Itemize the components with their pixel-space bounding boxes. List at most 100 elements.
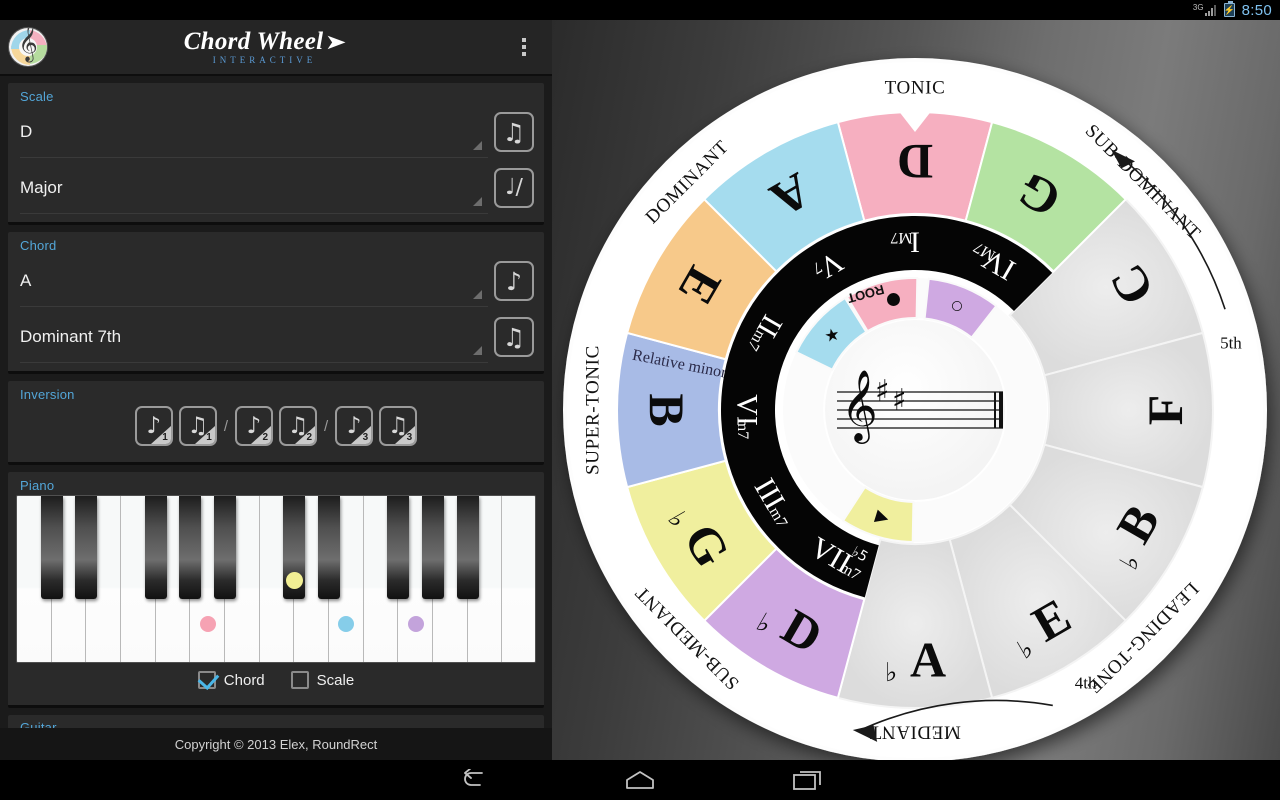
network-type-label: 3G [1192, 3, 1204, 12]
piano-wrapper [8, 493, 544, 663]
fifth-direction-label: 5th [1220, 333, 1242, 352]
piano-black-key[interactable] [317, 496, 341, 599]
wing-icon: ➤ [325, 30, 348, 54]
play-chord-root-button[interactable]: ♪ [494, 261, 534, 301]
recent-apps-icon[interactable] [786, 763, 830, 797]
inversion-number: 2 [306, 432, 312, 443]
single-note-icon: ♪ [246, 412, 262, 439]
inversion-button-3-chord[interactable]: ♫ 3 [379, 406, 418, 446]
copyright-footer: Copyright © 2013 Elex, RoundRect [0, 728, 552, 760]
chord-checkbox[interactable]: Chord [197, 671, 265, 689]
chevron-down-icon [473, 141, 482, 150]
status-bar: 3G ⚡ 8:50 [0, 0, 1280, 20]
wheel-note-label: F [1137, 395, 1193, 426]
piano-black-key[interactable] [387, 496, 410, 599]
app-title: Chord Wheel➤ [183, 28, 348, 55]
play-scale-root-button[interactable]: ♫ [494, 112, 534, 152]
divider [20, 306, 488, 307]
chevron-down-icon [473, 346, 482, 355]
action-bar: 𝄞 Chord Wheel➤ INTERACTIVE [0, 20, 552, 76]
chord-card: Chord A ♪ Dominant 7th ♫ [8, 232, 544, 374]
inversion-card: Inversion ♪ 1 ♫ 1/♪ 2 ♫ 2/♪ 3 ♫ 3 [8, 381, 544, 465]
piano-black-key[interactable] [179, 496, 202, 599]
scale-checkbox-label: Scale [316, 671, 355, 689]
android-navigation-bar [0, 760, 1280, 800]
piano-black-key[interactable] [456, 496, 479, 599]
chord-wheel-panel[interactable]: D G C F B ♭ E ♭ A ♭ D ♭ G ♭ B E A Relative minor I M7 IV M7 VI… [552, 20, 1280, 760]
scale-root-spinner[interactable]: D ♫ [8, 104, 544, 160]
treble-clef-icon: 𝄞 [841, 368, 878, 444]
piano-note-marker [285, 572, 303, 589]
wheel-function-label: MEDIANT [869, 722, 961, 743]
fourth-direction-label: 4th [1075, 674, 1097, 693]
wheel-note-accidental: ♭ [885, 658, 897, 688]
inversion-number: 1 [206, 432, 212, 443]
battery-charging-icon: ⚡ [1223, 1, 1235, 17]
single-note-icon: ♪ [346, 412, 362, 439]
scale-checkbox[interactable]: Scale [290, 671, 355, 689]
checkbox-box [290, 671, 309, 689]
single-note-icon: ♪ [146, 412, 162, 439]
play-scale-button[interactable]: ♩∕ [494, 168, 534, 208]
scale-type-spinner[interactable]: Major ♩∕ [8, 160, 544, 216]
chord-checkbox-label: Chord [223, 671, 265, 689]
signal-strength-icon [1204, 4, 1218, 16]
scale-card-label: Scale [20, 89, 54, 104]
chord-card-label: Chord [20, 238, 57, 253]
chord-root-value: A [20, 271, 32, 290]
divider [20, 157, 488, 158]
piano-note-marker [407, 616, 424, 632]
key-signature-sharp: ♯ [892, 383, 907, 418]
chord-root-spinner[interactable]: A ♪ [8, 253, 544, 309]
piano-card: Piano Chord Scale [8, 472, 544, 708]
inversion-card-label: Inversion [20, 387, 75, 402]
inversion-button-3-arp[interactable]: ♪ 3 [335, 406, 374, 446]
chord-type-spinner[interactable]: Dominant 7th ♫ [8, 309, 544, 365]
overflow-menu-icon[interactable] [502, 19, 546, 75]
wheel-note-label: A [910, 632, 946, 688]
inversion-separator: / [324, 417, 329, 435]
chord-wheel-graphic[interactable]: D GCFB♭E♭A♭D♭G♭BEARelative minorIM7IVM7VI… [552, 20, 1280, 760]
inversion-separator: / [223, 417, 228, 435]
wheel-function-label: TONIC [885, 78, 946, 99]
inversion-button-1-arp[interactable]: ♪ 1 [134, 406, 173, 446]
app-logo-treble-clef-icon[interactable]: 𝄞 [9, 28, 47, 66]
inversion-number: 2 [262, 432, 268, 443]
piano-white-key[interactable] [502, 496, 535, 662]
scale-root-value: D [20, 122, 33, 141]
app-title-block: Chord Wheel➤ INTERACTIVE [27, 29, 502, 65]
chord-notes-icon: ♫ [187, 412, 209, 439]
back-arrow-icon[interactable] [450, 763, 494, 797]
roman-numeral-quality: m7 [734, 419, 751, 439]
inversion-button-row: ♪ 1 ♫ 1/♪ 2 ♫ 2/♪ 3 ♫ 3 [8, 402, 544, 456]
chord-notes-icon: ♫ [287, 412, 309, 439]
piano-black-key[interactable] [421, 496, 445, 599]
scale-type-value: Major [20, 178, 63, 197]
piano-display-options: Chord Scale [8, 663, 544, 699]
piano-keyboard[interactable] [16, 495, 536, 663]
settings-panel: Scale D ♫ Major ♩∕ Chord A ♪ Dominant 7t… [0, 76, 552, 728]
scale-card: Scale D ♫ Major ♩∕ [8, 83, 544, 225]
chevron-down-icon [473, 197, 482, 206]
piano-black-key[interactable] [75, 496, 98, 599]
piano-card-label: Piano [20, 478, 55, 493]
clock-label: 8:50 [1241, 1, 1272, 19]
piano-black-key[interactable] [213, 496, 237, 599]
divider [20, 362, 488, 363]
guitar-card[interactable]: Guitar [8, 715, 544, 728]
piano-black-key[interactable] [144, 496, 167, 599]
play-chord-button[interactable]: ♫ [494, 317, 534, 357]
inversion-button-2-arp[interactable]: ♪ 2 [235, 406, 273, 446]
inversion-button-1-chord[interactable]: ♫ 1 [178, 406, 217, 446]
app-root: 3G ⚡ 8:50 𝄞 Chord Wheel➤ INTERACTIVE Sca… [0, 0, 1280, 800]
inversion-button-2-chord[interactable]: ♫ 2 [279, 406, 317, 446]
app-subtitle: INTERACTIVE [212, 55, 317, 65]
divider [20, 213, 488, 214]
key-signature-sharp: ♯ [875, 374, 890, 409]
chord-type-value: Dominant 7th [20, 327, 122, 346]
piano-black-key[interactable] [40, 496, 63, 599]
wheel-note-label: B [639, 393, 695, 426]
home-icon[interactable] [618, 763, 662, 797]
wheel-note-label: D [897, 134, 933, 190]
piano-note-marker [199, 616, 216, 632]
